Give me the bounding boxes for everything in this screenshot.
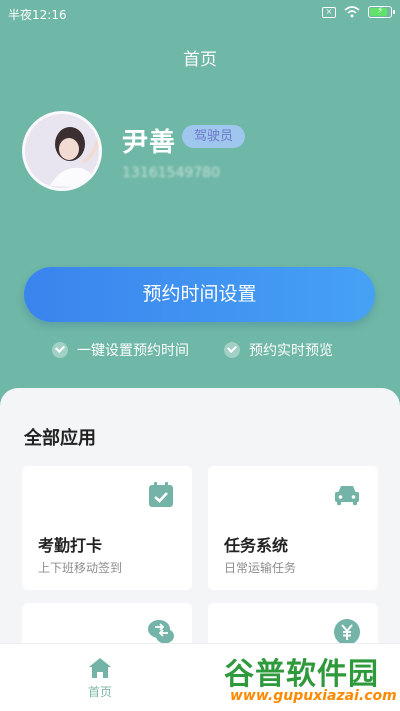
- page-title: 首页: [183, 50, 217, 70]
- calendar-check-icon: [149, 482, 173, 507]
- check-circle-icon: [52, 342, 68, 358]
- feature-label: 预约实时预览: [249, 343, 333, 359]
- feature-live-preview: 预约实时预览: [224, 340, 333, 360]
- reservation-time-settings-button[interactable]: 预约时间设置: [24, 267, 375, 322]
- status-bar: 半夜12:16 × ⚡: [0, 0, 400, 26]
- card-subtitle: 日常运输任务: [224, 561, 297, 575]
- avatar[interactable]: [22, 111, 102, 191]
- home-icon: [89, 658, 111, 678]
- status-time: 半夜12:16: [8, 8, 67, 22]
- watermark-title: 谷普软件园: [224, 657, 379, 692]
- feature-label: 一键设置预约时间: [77, 343, 189, 359]
- nav-home-label[interactable]: 首页: [78, 683, 122, 700]
- wifi-icon: [344, 6, 360, 18]
- role-badge: 驾驶员: [182, 125, 245, 148]
- nav-home[interactable]: [75, 657, 125, 683]
- card-title: 考勤打卡: [38, 536, 103, 555]
- card-task-system[interactable]: 任务系统 日常运输任务: [208, 466, 378, 590]
- battery-icon: ⚡: [368, 6, 395, 18]
- section-title: 全部应用: [24, 428, 96, 449]
- card-title: 任务系统: [224, 536, 289, 555]
- status-icons: × ⚡: [322, 6, 395, 18]
- check-circle-icon: [224, 342, 240, 358]
- card-attendance[interactable]: 考勤打卡 上下班移动签到: [22, 466, 192, 590]
- user-name: 尹善: [122, 128, 177, 158]
- sim-icon: ×: [322, 6, 336, 18]
- feature-one-click: 一键设置预约时间: [52, 340, 189, 360]
- car-icon: [335, 486, 359, 505]
- card-subtitle: 上下班移动签到: [38, 561, 123, 575]
- watermark-url: www.gupuxiazai.com: [230, 688, 397, 704]
- phone-number: 13161549780: [122, 165, 220, 181]
